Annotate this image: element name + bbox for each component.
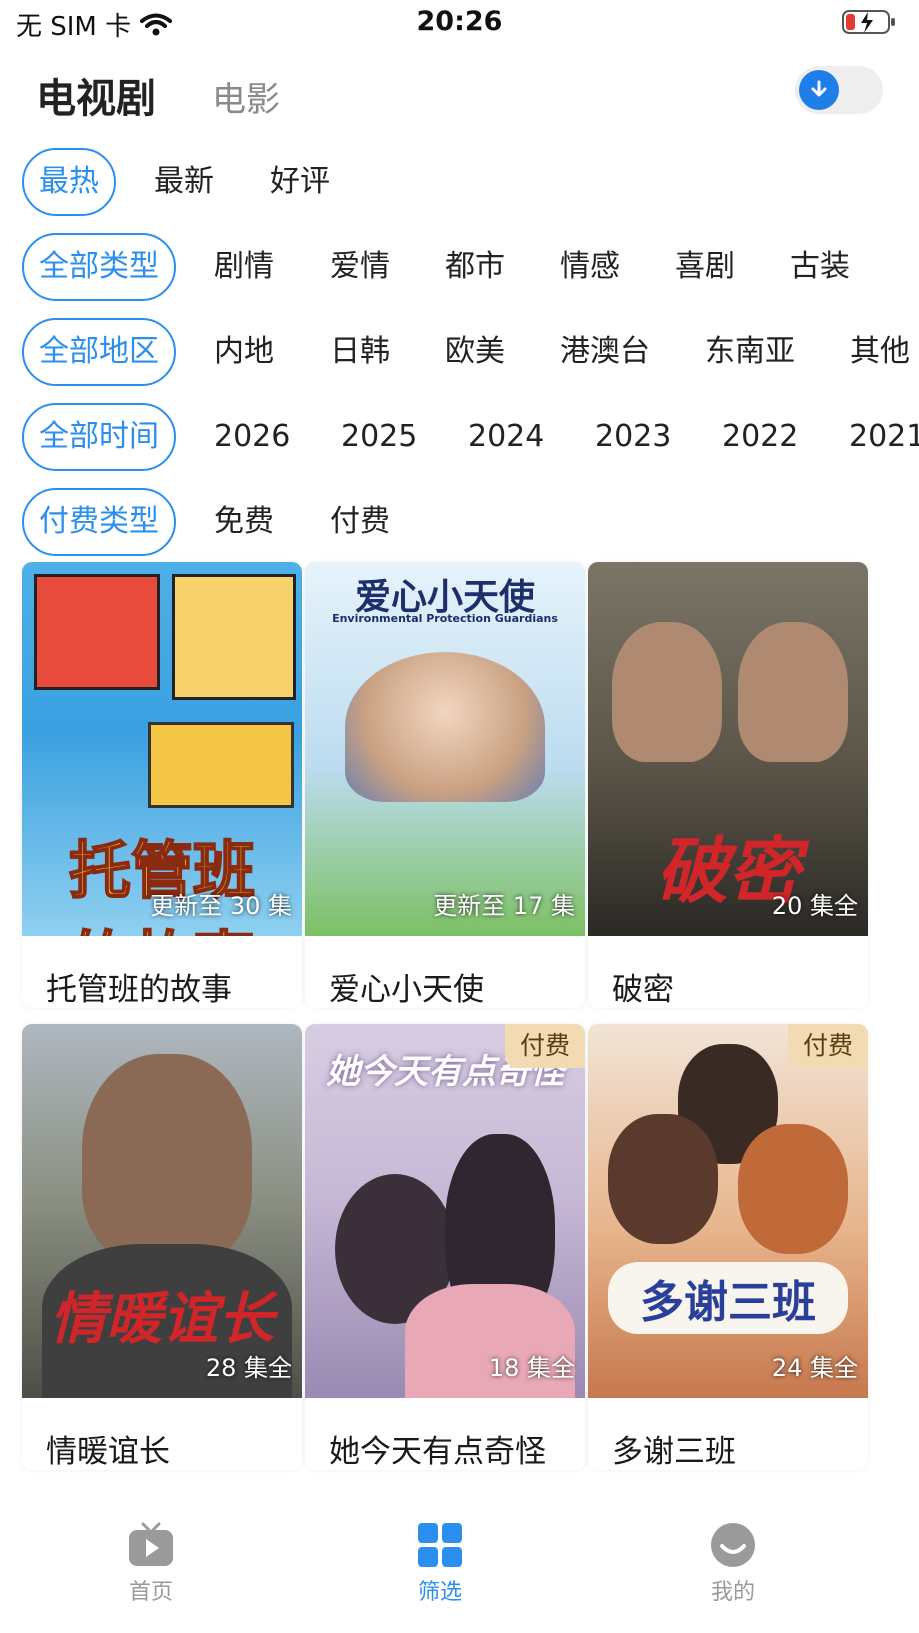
filter-pay-selected[interactable]: 付费类型: [22, 488, 176, 556]
show-poster: 她今天有点奇怪: [305, 1024, 585, 1398]
paid-badge: 付费: [505, 1024, 585, 1068]
filter-genre-option[interactable]: 古装: [790, 233, 850, 301]
filter-year-option[interactable]: 2022: [722, 403, 798, 471]
poster-title-art: 情暖谊长: [50, 1287, 274, 1352]
grid-icon: [418, 1523, 462, 1567]
filter-year-option[interactable]: 2021: [849, 403, 919, 471]
tab-movies[interactable]: 电影: [212, 72, 280, 121]
show-card[interactable]: 情暖谊长 28 集全 情暖谊长: [22, 1024, 302, 1470]
poster-figure: [608, 1114, 718, 1244]
header: 电视剧 电影: [0, 62, 919, 126]
filter-pay-option[interactable]: 免费: [214, 488, 274, 556]
episode-badge: 28 集全: [205, 1354, 292, 1382]
filter-region-option[interactable]: 其他: [850, 318, 910, 386]
status-bar: 无 SIM 卡 20:26: [0, 0, 919, 46]
episode-badge: 更新至 17 集: [433, 892, 575, 920]
filter-year-option[interactable]: 2026: [214, 403, 290, 471]
filter-year-option[interactable]: 2025: [341, 403, 417, 471]
episode-badge: 18 集全: [488, 1354, 575, 1382]
show-title: 情暖谊长: [46, 1434, 170, 1470]
filter-row-pay: 付费类型 免费 付费: [0, 488, 919, 556]
show-title: 她今天有点奇怪: [329, 1434, 546, 1470]
filter-region-option[interactable]: 东南亚: [705, 318, 795, 386]
show-card[interactable]: 托管班的故事 更新至 30 集 托管班的故事: [22, 562, 302, 1008]
filter-row-sort: 最热 最新 好评: [0, 148, 919, 216]
show-poster: 托管班的故事: [22, 562, 302, 936]
filter-genre-option[interactable]: 剧情: [214, 233, 274, 301]
status-time: 20:26: [416, 6, 503, 37]
filter-sort-selected[interactable]: 最热: [22, 148, 116, 216]
poster-figure: [738, 622, 848, 762]
show-poster: 破密: [588, 562, 868, 936]
tv-play-icon: [129, 1522, 173, 1566]
show-title: 多谢三班: [612, 1434, 736, 1470]
show-title: 爱心小天使: [329, 972, 484, 1008]
bottom-nav: 首页 筛选 我的: [0, 1500, 919, 1633]
filter-year-selected[interactable]: 全部时间: [22, 403, 176, 471]
poster-panel: [148, 722, 294, 808]
filter-genre-option[interactable]: 爱情: [330, 233, 390, 301]
poster-figure: [612, 622, 722, 762]
filter-pay-option[interactable]: 付费: [330, 488, 390, 556]
poster-panel: [34, 574, 160, 690]
filter-genre-selected[interactable]: 全部类型: [22, 233, 176, 301]
show-card[interactable]: 破密 20 集全 破密: [588, 562, 868, 1008]
filter-region-option[interactable]: 内地: [214, 318, 274, 386]
poster-panel: [172, 574, 296, 700]
show-poster: 情暖谊长: [22, 1024, 302, 1398]
nav-label: 首页: [128, 1580, 173, 1605]
paid-badge: 付费: [788, 1024, 868, 1068]
download-icon: [811, 80, 827, 97]
poster-subtitle: Environmental Protection Guardians: [332, 612, 558, 625]
filter-sort-option[interactable]: 好评: [270, 148, 330, 216]
show-poster: 爱心小天使 Environmental Protection Guardians: [305, 562, 585, 936]
episode-badge: 更新至 30 集: [150, 892, 292, 920]
episode-badge: 20 集全: [771, 892, 858, 920]
show-card[interactable]: 她今天有点奇怪 付费 18 集全 她今天有点奇怪: [305, 1024, 585, 1470]
nav-home[interactable]: 首页: [76, 1522, 226, 1606]
filter-row-region: 全部地区 内地 日韩 欧美 港澳台 东南亚 其他: [0, 318, 919, 386]
download-toggle[interactable]: [795, 66, 883, 114]
filter-genre-option[interactable]: 喜剧: [675, 233, 735, 301]
filter-row-year: 全部时间 2026 2025 2024 2023 2022 2021: [0, 403, 919, 471]
nav-label: 筛选: [417, 1580, 462, 1605]
download-knob: [799, 70, 839, 110]
show-poster: 多谢三班: [588, 1024, 868, 1398]
filter-region-option[interactable]: 港澳台: [560, 318, 650, 386]
filter-year-option[interactable]: 2024: [468, 403, 544, 471]
poster-figure: [82, 1054, 252, 1264]
filter-region-selected[interactable]: 全部地区: [22, 318, 176, 386]
filter-genre-option[interactable]: 都市: [445, 233, 505, 301]
poster-figure: [738, 1124, 848, 1254]
smile-icon: [711, 1523, 755, 1567]
episode-badge: 24 集全: [771, 1354, 858, 1382]
show-title: 托管班的故事: [46, 972, 232, 1008]
filter-region-option[interactable]: 欧美: [445, 318, 505, 386]
poster-people: [345, 652, 545, 802]
filter-row-genre: 全部类型 剧情 爱情 都市 情感 喜剧 古装: [0, 233, 919, 301]
filter-region-option[interactable]: 日韩: [330, 318, 390, 386]
filter-year-option[interactable]: 2023: [595, 403, 671, 471]
app-screen: 无 SIM 卡 20:26 电视剧 电影 最热 最新 好评 全部类型 剧情 爱情…: [0, 0, 919, 1633]
nav-label: 我的: [710, 1580, 755, 1605]
nav-filter[interactable]: 筛选: [365, 1522, 515, 1606]
show-card[interactable]: 爱心小天使 Environmental Protection Guardians…: [305, 562, 585, 1008]
show-title: 破密: [612, 972, 674, 1008]
nav-mine[interactable]: 我的: [658, 1522, 808, 1606]
filter-sort-option[interactable]: 最新: [154, 148, 214, 216]
filter-genre-option[interactable]: 情感: [560, 233, 620, 301]
poster-title-art: 多谢三班: [608, 1262, 848, 1334]
tab-tv-series[interactable]: 电视剧: [36, 66, 156, 124]
show-card[interactable]: 多谢三班 付费 24 集全 多谢三班: [588, 1024, 868, 1470]
battery-charging-icon: [842, 10, 895, 34]
